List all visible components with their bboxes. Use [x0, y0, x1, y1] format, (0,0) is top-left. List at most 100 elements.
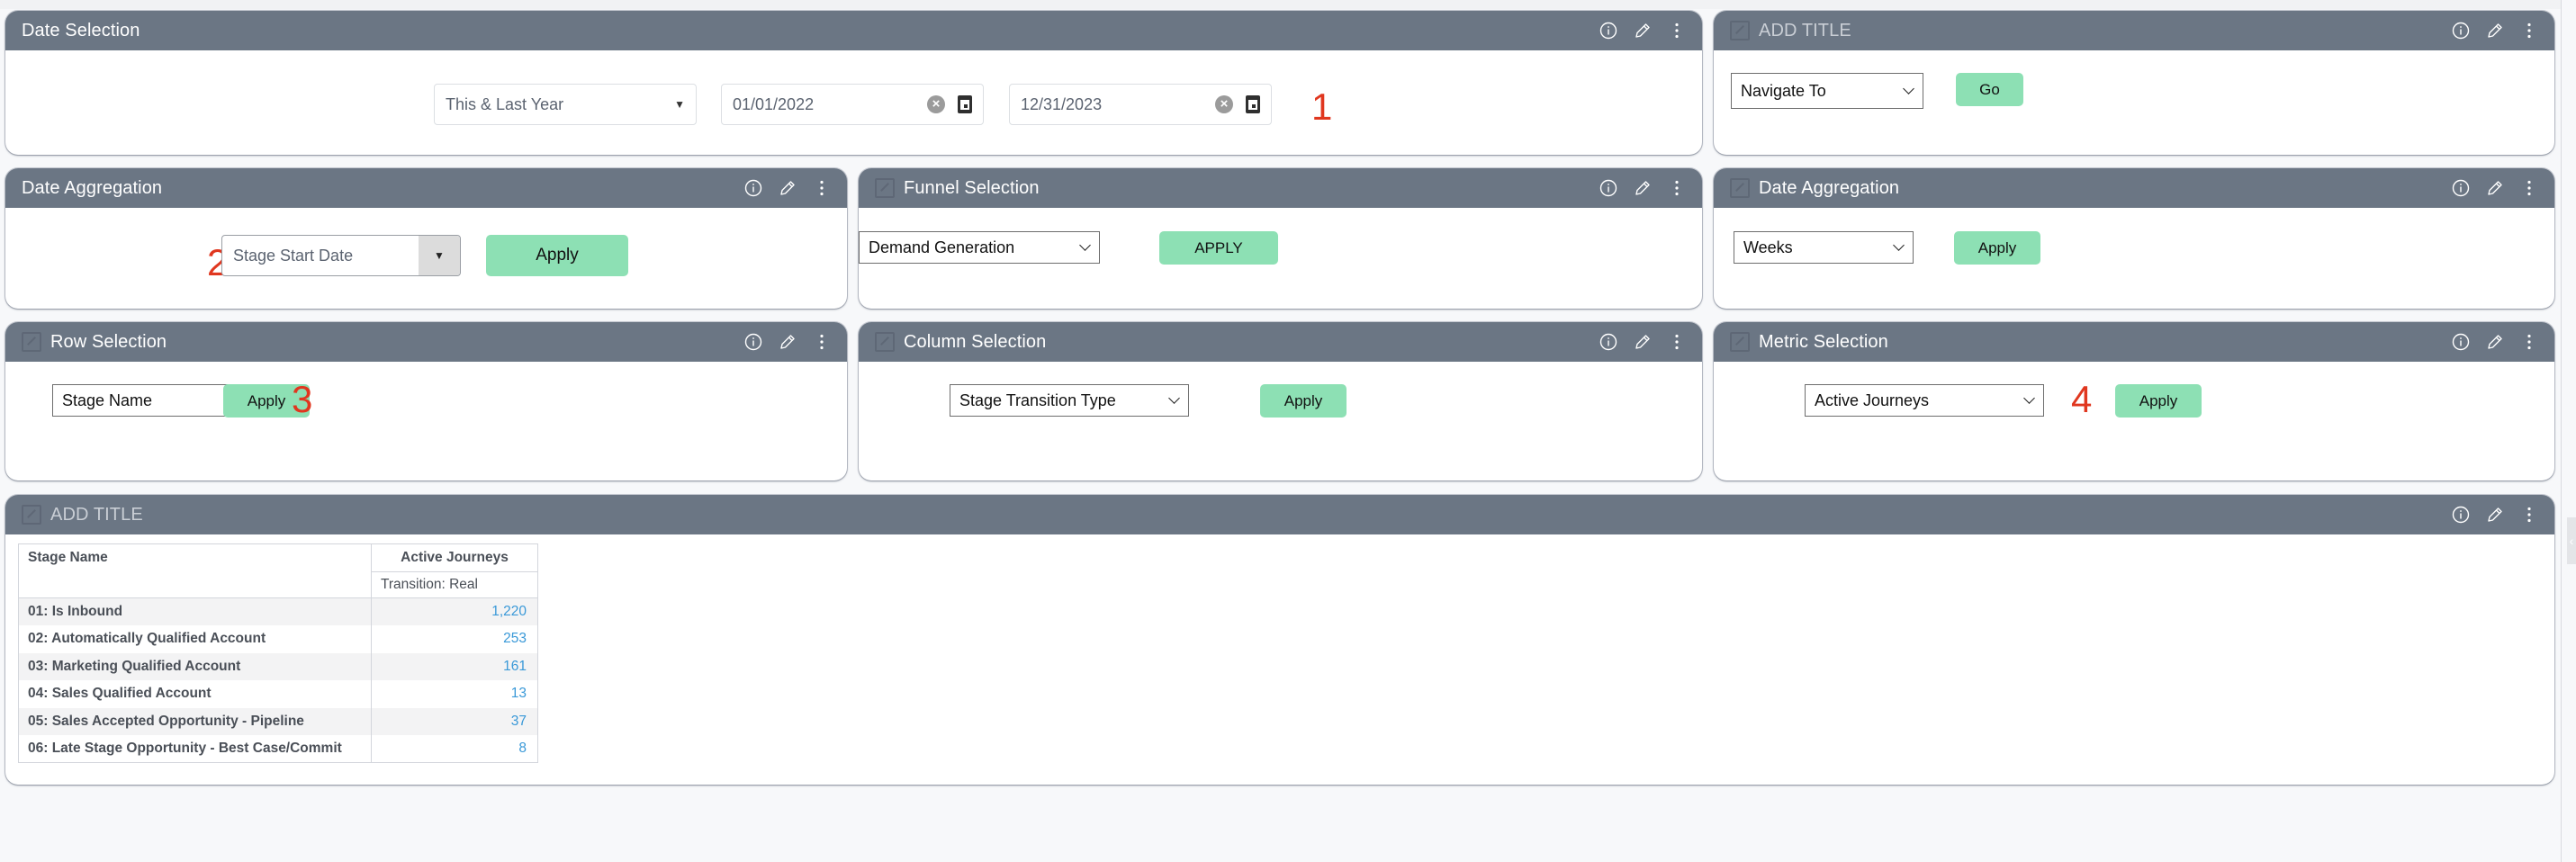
info-icon[interactable] — [1599, 332, 1617, 352]
column-field-value: Stage Transition Type — [959, 391, 1116, 409]
panel-title: Date Aggregation — [1759, 177, 1900, 198]
more-vertical-icon[interactable] — [2520, 505, 2538, 525]
panel-title: Metric Selection — [1759, 331, 1888, 352]
info-icon[interactable] — [2452, 178, 2470, 198]
value-cell[interactable]: 253 — [371, 625, 538, 653]
panel-body: Stage Name Apply 3 — [5, 362, 847, 480]
date-field-value: Stage Start Date — [233, 246, 354, 265]
info-icon[interactable] — [744, 332, 762, 352]
date-aggregation-panel-left: Date Aggregation 2 Stage Start Date ▼ Ap… — [5, 168, 847, 309]
panel-body: Stage Name Active Journeys Transition: R… — [5, 534, 2554, 785]
panel-body: Stage Transition Type Apply — [859, 362, 1702, 480]
apply-button[interactable]: Apply — [1260, 384, 1347, 418]
row-selection-panel: Row Selection Stage Name Apply 3 — [5, 322, 847, 480]
caret-down-icon: ▼ — [674, 98, 685, 111]
right-rail-divider — [2561, 0, 2562, 862]
calendar-icon[interactable] — [958, 95, 972, 113]
value-cell[interactable]: 161 — [371, 652, 538, 680]
pivot-icon — [1730, 332, 1750, 352]
date-field-select[interactable]: Stage Start Date ▼ — [221, 235, 461, 276]
panel-body: This & Last Year ▼ 01/01/2022 × 12/31/20… — [5, 50, 1702, 155]
pencil-icon[interactable] — [1634, 332, 1652, 352]
pencil-icon[interactable] — [2486, 178, 2504, 198]
navigate-select-value: Navigate To — [1741, 81, 1826, 100]
panel-header-actions — [744, 332, 831, 352]
panel-title: Column Selection — [904, 331, 1047, 352]
more-vertical-icon[interactable] — [1668, 178, 1686, 198]
panel-header-actions — [2452, 332, 2538, 352]
value-cell[interactable]: 1,220 — [371, 597, 538, 625]
panel-header: Row Selection — [5, 322, 847, 362]
value-cell[interactable]: 37 — [371, 707, 538, 735]
panel-title[interactable]: ADD TITLE — [1759, 21, 2452, 41]
column-field-select[interactable]: Stage Transition Type — [950, 384, 1189, 417]
pencil-icon[interactable] — [1634, 178, 1652, 198]
chevron-left-icon: ‹ — [2569, 534, 2574, 548]
calendar-icon[interactable] — [1246, 95, 1260, 113]
stage-name-cell: 04: Sales Qualified Account — [18, 680, 372, 708]
panel-header: ADD TITLE — [5, 495, 2554, 534]
pencil-icon[interactable] — [2486, 21, 2504, 40]
more-vertical-icon[interactable] — [813, 178, 831, 198]
start-date-input[interactable]: 01/01/2022 × — [721, 84, 984, 125]
side-panel-collapse-tab[interactable]: ‹ — [2567, 517, 2576, 564]
more-vertical-icon[interactable] — [2520, 332, 2538, 352]
info-icon[interactable] — [1599, 21, 1617, 40]
funnel-select-value: Demand Generation — [869, 238, 1015, 256]
chevron-down-icon — [1168, 394, 1181, 407]
more-vertical-icon[interactable] — [2520, 21, 2538, 40]
pivot-icon — [22, 332, 41, 352]
pivot-table-panel: ADD TITLE Stage Name Active Journeys Tra… — [5, 495, 2554, 785]
table-row: 05: Sales Accepted Opportunity - Pipelin… — [18, 707, 538, 735]
pencil-icon[interactable] — [779, 332, 797, 352]
panel-body: Demand Generation APPLY — [859, 208, 1702, 309]
row-header-stage-name[interactable]: Stage Name — [18, 543, 372, 598]
funnel-select[interactable]: Demand Generation — [859, 231, 1100, 264]
pencil-icon[interactable] — [779, 178, 797, 198]
chevron-down-icon — [1893, 241, 1905, 254]
value-cell[interactable]: 8 — [371, 735, 538, 763]
stage-name-cell: 02: Automatically Qualified Account — [18, 625, 372, 653]
value-cell[interactable]: 13 — [371, 680, 538, 708]
panel-title[interactable]: ADD TITLE — [50, 505, 2452, 525]
go-button[interactable]: Go — [1956, 73, 2023, 106]
more-vertical-icon[interactable] — [813, 332, 831, 352]
more-vertical-icon[interactable] — [1668, 332, 1686, 352]
table-row: 01: Is Inbound 1,220 — [18, 597, 538, 625]
pivot-icon — [875, 332, 895, 352]
stage-name-cell: 05: Sales Accepted Opportunity - Pipelin… — [18, 707, 372, 735]
info-icon[interactable] — [2452, 332, 2470, 352]
metric-select[interactable]: Active Journeys — [1805, 384, 2044, 417]
stage-name-cell: 06: Late Stage Opportunity - Best Case/C… — [18, 735, 372, 763]
date-range-value: This & Last Year — [446, 94, 564, 113]
panel-header-actions — [2452, 178, 2538, 198]
apply-button[interactable]: Apply — [2115, 384, 2202, 418]
info-icon[interactable] — [2452, 505, 2470, 525]
more-vertical-icon[interactable] — [1668, 21, 1686, 40]
panel-header: Funnel Selection — [859, 168, 1702, 208]
table-row: 04: Sales Qualified Account 13 — [18, 680, 538, 708]
column-subheader[interactable]: Transition: Real — [371, 571, 538, 598]
info-icon[interactable] — [1599, 178, 1617, 198]
aggregation-select[interactable]: Weeks — [1734, 231, 1914, 264]
info-icon[interactable] — [2452, 21, 2470, 40]
pivot-icon — [875, 178, 895, 198]
navigate-to-select[interactable]: Navigate To — [1731, 73, 1923, 109]
column-selection-panel: Column Selection Stage Transition Type A… — [859, 322, 1702, 480]
pencil-icon[interactable] — [2486, 332, 2504, 352]
info-icon[interactable] — [744, 178, 762, 198]
date-aggregation-panel-right: Date Aggregation Weeks Apply — [1714, 168, 2554, 309]
more-vertical-icon[interactable] — [2520, 178, 2538, 198]
apply-button[interactable]: APPLY — [1159, 231, 1278, 265]
metric-header[interactable]: Active Journeys — [371, 543, 538, 572]
clear-icon[interactable]: × — [927, 95, 945, 113]
pencil-icon[interactable] — [1634, 21, 1652, 40]
pencil-icon[interactable] — [2486, 505, 2504, 525]
apply-button[interactable]: Apply — [486, 235, 628, 276]
clear-icon[interactable]: × — [1215, 95, 1233, 113]
end-date-input[interactable]: 12/31/2023 × — [1009, 84, 1272, 125]
table-row: 06: Late Stage Opportunity - Best Case/C… — [18, 735, 538, 763]
date-range-select[interactable]: This & Last Year ▼ — [434, 84, 697, 125]
panel-header-actions — [2452, 21, 2538, 40]
apply-button[interactable]: Apply — [1954, 231, 2040, 265]
